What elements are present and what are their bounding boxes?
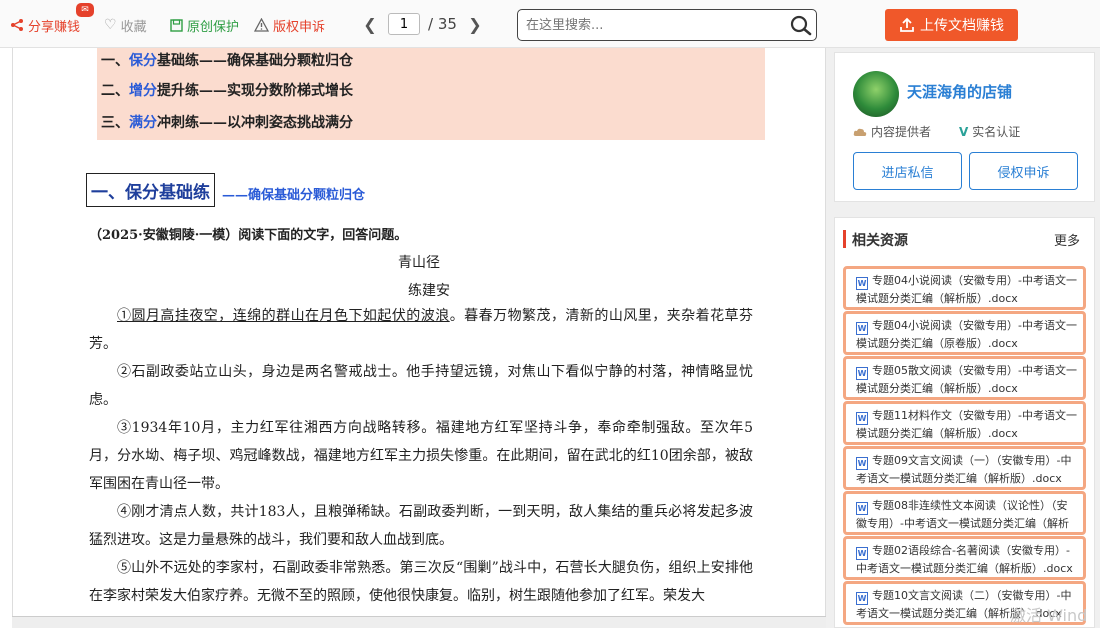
copyright-report-button[interactable]: 版权申诉 [254,16,326,35]
story-title: 青山径 [398,255,440,271]
word-doc-icon: W [856,547,868,560]
provider-tag: 内容提供者 [853,123,931,140]
share-badge-icon: ✉ [76,3,94,17]
paragraph-2: ②石副政委站立山头，身边是两名警戒战士。他手持望远镜，对焦山下看似宁静的村落，神… [89,364,753,408]
store-card: 天涯海角的店铺 内容提供者 V 实名认证 进店私信 侵权申诉 [834,52,1095,202]
word-doc-icon: W [856,502,868,515]
share-label: 分享赚钱 [28,19,81,35]
more-link[interactable]: 更多 [1054,230,1080,249]
page-divider [12,616,826,628]
prev-page-icon[interactable]: ❮ [360,15,380,34]
store-message-button[interactable]: 进店私信 [853,152,962,190]
word-doc-icon: W [856,322,868,335]
related-list: W 专题04小说阅读（安徽专用）-中考语文一模试题分类汇编（解析版）.docx W… [843,266,1086,626]
protect-label: 原创保护 [187,19,240,35]
store-avatar[interactable] [853,71,899,117]
verified-tag: V 实名认证 [959,124,1021,140]
activation-watermark: 激活 Wind [1010,606,1088,625]
next-page-icon[interactable]: ❯ [465,15,485,34]
related-item[interactable]: W 专题11材料作文（安徽专用）-中考语文一模试题分类汇编（解析版）.docx [843,401,1086,445]
related-item[interactable]: W 专题09文言文阅读（一）（安徽专用）-中考语文一模试题分类汇编（解析版）.do… [843,446,1086,490]
story-author: 练建安 [408,283,450,299]
search-box [517,9,817,41]
contents-line-2: 二、增分提升练——实现分数阶梯式增长 [101,83,353,99]
search-icon[interactable] [789,14,813,36]
upload-label: 上传文档赚钱 [920,18,1004,34]
related-title: 相关资源 [843,230,908,249]
word-doc-icon: W [856,367,868,380]
related-resources: 相关资源 更多 W 专题04小说阅读（安徽专用）-中考语文一模试题分类汇编（解析版… [834,217,1095,628]
collect-label: 收藏 [120,19,147,35]
document-page: 一、保分基础练——确保基础分颗粒归仓 二、增分提升练——实现分数阶梯式增长 三、… [12,48,826,618]
share-earn-button[interactable]: 分享赚钱 [10,16,81,35]
page-navigator: ❮ / 35 ❯ [360,12,485,36]
word-doc-icon: W [856,592,868,605]
paragraph-5: ⑤山外不远处的李家村，石副政委非常熟悉。第三次反“围剿”战斗中，石营长大腿负伤，… [89,560,753,604]
section-title: 一、保分基础练 [91,182,210,203]
word-doc-icon: W [856,412,868,425]
report-label: 版权申诉 [273,19,326,35]
page-total: / 35 [428,15,457,33]
original-protect-button[interactable]: 原创保护 [170,16,240,35]
contents-box: 一、保分基础练——确保基础分颗粒归仓 二、增分提升练——实现分数阶梯式增长 三、… [97,48,765,140]
contents-line-1: 一、保分基础练——确保基础分颗粒归仓 [101,53,353,69]
section-subtitle: ——确保基础分颗粒归仓 [222,188,366,203]
warning-icon [254,18,269,32]
underlined-sentence: ①圆月高挂夜空，连绵的群山在月色下如起伏的波浪 [117,308,450,324]
infringement-report-button[interactable]: 侵权申诉 [969,152,1078,190]
top-toolbar: 分享赚钱 ✉ ♡ 收藏 原创保护 版权申诉 ❮ / 35 ❯ 上传文档赚钱 [0,0,1100,48]
word-doc-icon: W [856,457,868,470]
upload-doc-button[interactable]: 上传文档赚钱 [885,9,1018,41]
upload-icon [900,17,914,32]
collect-button[interactable]: ♡ 收藏 [104,16,147,35]
related-item[interactable]: W 专题04小说阅读（安徽专用）-中考语文一模试题分类汇编（原卷版）.docx [843,311,1086,355]
contents-line-3: 三、满分冲刺练——以冲刺姿态挑战满分 [101,115,353,131]
section-title-box: 一、保分基础练 [86,173,215,207]
related-item[interactable]: W 专题04小说阅读（安徽专用）-中考语文一模试题分类汇编（解析版）.docx [843,266,1086,310]
verified-check-icon: V [959,124,969,139]
cloud-icon [853,128,867,136]
search-input[interactable] [526,15,786,35]
save-icon [170,18,183,32]
page-number-input[interactable] [388,13,420,35]
share-icon [11,19,23,31]
related-item[interactable]: W 专题05散文阅读（安徽专用）-中考语文一模试题分类汇编（解析版）.docx [843,356,1086,400]
paragraph-1: ①圆月高挂夜空，连绵的群山在月色下如起伏的波浪。暮春万物繁茂，清新的山风里，夹杂… [89,308,754,352]
document-viewer[interactable]: 一、保分基础练——确保基础分颗粒归仓 二、增分提升练——实现分数阶梯式增长 三、… [0,48,826,628]
word-doc-icon: W [856,277,868,290]
store-name[interactable]: 天涯海角的店铺 [907,81,1012,102]
related-item[interactable]: W 专题02语段综合-名著阅读（安徽专用）-中考语文一模试题分类汇编（解析版）.d… [843,536,1086,580]
heart-icon: ♡ [104,17,117,33]
paragraph-4: ④刚才清点人数，共计183人，且粮弹稀缺。石副政委判断，一到天明，敌人集结的重兵… [89,504,753,548]
paragraph-3: ③1934年10月，主力红军往湘西方向战略转移。福建地方红军坚持斗争，奉命牵制强… [89,420,753,492]
source-line: （2025·安徽铜陵·一模）阅读下面的文字，回答问题。 [89,228,408,243]
related-item[interactable]: W 专题08非连续性文本阅读（议论性）（安徽专用）-中考语文一模试题分类汇编（解析 [843,491,1086,535]
